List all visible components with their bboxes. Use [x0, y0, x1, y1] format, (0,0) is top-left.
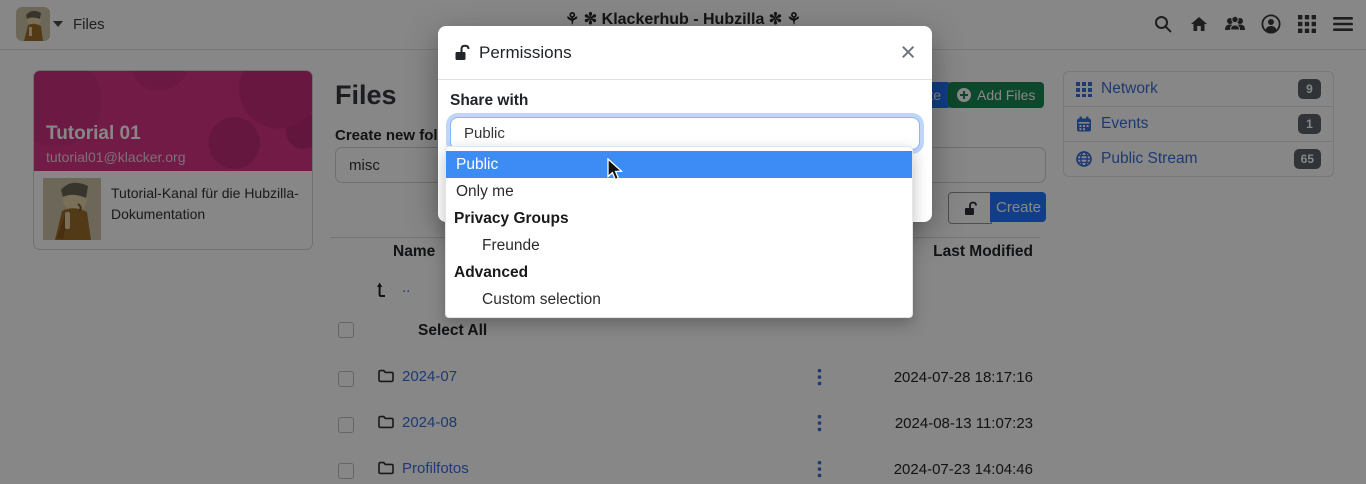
dropdown-header-privacy-groups: Privacy Groups [446, 205, 912, 232]
close-icon[interactable]: × [900, 39, 916, 66]
dropdown-option-custom-selection[interactable]: Custom selection [446, 286, 912, 313]
screen: Files ⚘ ✼ Klackerhub - Hubzilla ✼ ⚘ [0, 0, 1366, 484]
dropdown-option-freunde[interactable]: Freunde [446, 232, 912, 259]
permissions-modal-body: Share with [438, 80, 932, 150]
permissions-modal-title: Permissions [479, 43, 572, 63]
share-with-dropdown: Public Only me Privacy Groups Freunde Ad… [445, 146, 913, 318]
dropdown-option-public[interactable]: Public [446, 151, 912, 178]
unlock-icon [454, 44, 470, 61]
permissions-modal-header: Permissions × [438, 26, 932, 80]
share-with-label: Share with [450, 92, 920, 110]
dropdown-option-only-me[interactable]: Only me [446, 178, 912, 205]
dropdown-header-advanced: Advanced [446, 259, 912, 286]
